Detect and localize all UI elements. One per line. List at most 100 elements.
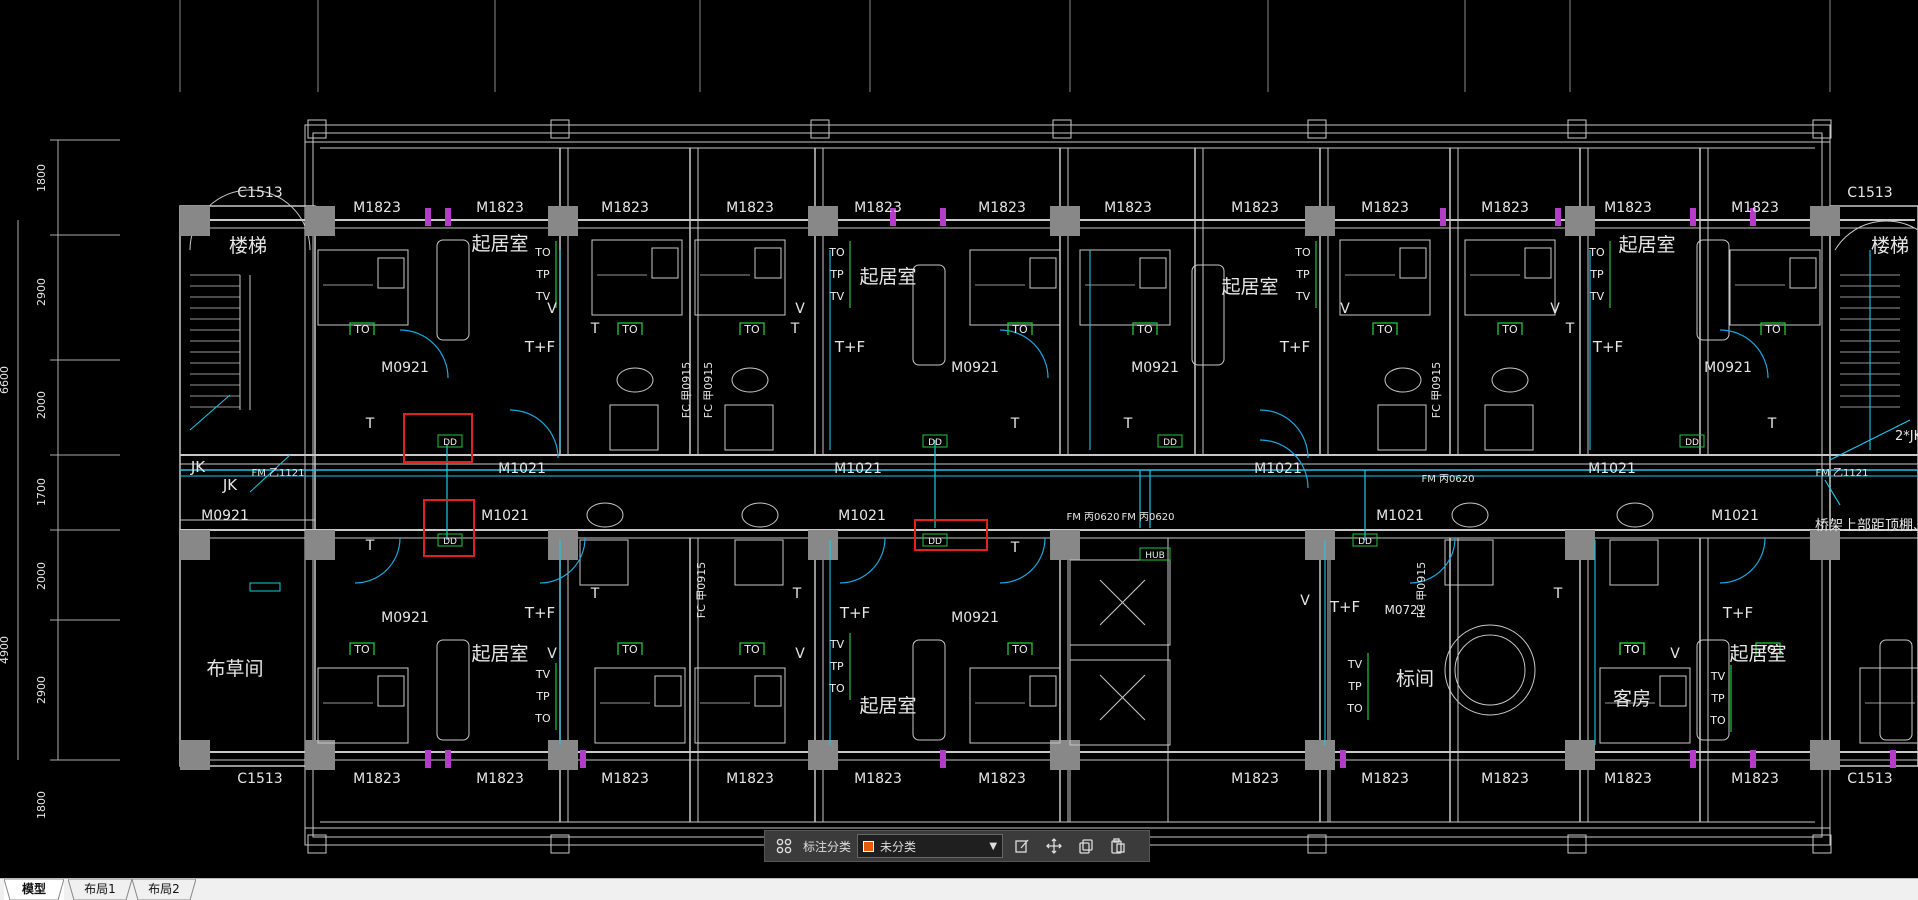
jk-label: JK bbox=[190, 458, 206, 476]
sofa bbox=[436, 639, 470, 741]
column bbox=[808, 530, 838, 560]
column-top bbox=[1307, 119, 1327, 139]
column-bottom bbox=[550, 834, 570, 854]
door-fm-label: FM 乙1121 bbox=[1815, 467, 1868, 479]
pillow bbox=[1399, 247, 1427, 279]
thermostat-label: T bbox=[590, 586, 600, 602]
outlet-tv-label: TV bbox=[1295, 290, 1311, 303]
dd-box-label: DD bbox=[928, 537, 942, 547]
tab-model[interactable]: 模型 bbox=[4, 879, 64, 900]
dimension-text: 2900 bbox=[35, 278, 48, 306]
door-m1823-label: M1823 bbox=[1604, 771, 1652, 787]
dimension-text: 2000 bbox=[35, 562, 48, 590]
door-swing bbox=[999, 537, 1046, 584]
door-m1823-label: M1823 bbox=[1481, 200, 1529, 216]
grid-icon[interactable] bbox=[771, 833, 797, 859]
living-room-label: 起居室 bbox=[859, 695, 916, 717]
column bbox=[1565, 530, 1595, 560]
magenta-marker bbox=[425, 208, 431, 226]
shower bbox=[1484, 404, 1534, 451]
magenta-marker bbox=[1690, 208, 1696, 226]
living-room-label: 起居室 bbox=[1221, 276, 1278, 298]
column bbox=[1050, 206, 1080, 236]
column-top bbox=[1052, 119, 1072, 139]
annotation-category-select[interactable]: 未分类 ▼ bbox=[857, 834, 1004, 858]
window-c1513-label: C1513 bbox=[237, 185, 282, 201]
door-m1823-label: M1823 bbox=[978, 200, 1026, 216]
column-top bbox=[550, 119, 570, 139]
edit-icon[interactable] bbox=[1009, 833, 1035, 859]
column bbox=[548, 530, 578, 560]
guest-room-label: 客房 bbox=[1613, 688, 1651, 710]
to-outlet-label: TO bbox=[621, 643, 638, 656]
window-c1513-label: C1513 bbox=[1847, 771, 1892, 787]
door-fc-label: FC 甲0915 bbox=[695, 562, 708, 619]
toilet bbox=[1491, 367, 1529, 393]
tf-label: T+F bbox=[1722, 604, 1753, 622]
elevator bbox=[1069, 659, 1171, 746]
outlet-tp-label: TP bbox=[535, 268, 550, 281]
door-m0921-label: M0921 bbox=[201, 508, 249, 524]
outlet-to-label: TO bbox=[828, 682, 845, 695]
window-c1513-label: C1513 bbox=[1847, 185, 1892, 201]
thermostat-label: T bbox=[365, 416, 375, 432]
outlet-tp-label: TP bbox=[829, 660, 844, 673]
door-m1823-label: M1823 bbox=[476, 200, 524, 216]
door-swing bbox=[839, 537, 886, 584]
to-outlet-label: TO bbox=[1376, 323, 1393, 336]
annotation-category-label: 标注分类 bbox=[803, 839, 852, 854]
bed bbox=[1859, 667, 1918, 744]
outlet-tp-label: TP bbox=[1347, 680, 1362, 693]
outlet-to-label: TO bbox=[828, 246, 845, 259]
tf-label: T+F bbox=[524, 338, 555, 356]
door-m1823-label: M1823 bbox=[854, 771, 902, 787]
column bbox=[548, 206, 578, 236]
v-label: V bbox=[1670, 646, 1680, 662]
door-m1823-label: M1823 bbox=[1104, 200, 1152, 216]
column bbox=[1565, 740, 1595, 770]
door-m0921-label: M0921 bbox=[1704, 360, 1752, 376]
paste-icon[interactable] bbox=[1105, 833, 1131, 859]
cad-drawing-canvas[interactable]: 1800 2900 2000 1700 2000 2900 1800 6600 4900 TO TO… bbox=[0, 0, 1918, 878]
door-m1823-label: M1823 bbox=[353, 771, 401, 787]
to-outlet-label: TO bbox=[743, 643, 760, 656]
magenta-marker bbox=[445, 208, 451, 226]
door-fm-label: FM 丙0620 bbox=[1066, 512, 1119, 523]
living-room-label: 起居室 bbox=[859, 266, 916, 288]
door-swing bbox=[1719, 537, 1766, 584]
column-top bbox=[1567, 119, 1587, 139]
outlet-tp-label: TP bbox=[535, 690, 550, 703]
outlet-tp-label: TP bbox=[1589, 268, 1604, 281]
tab-layout-2[interactable]: 布局2 bbox=[132, 879, 196, 900]
door-m1823-label: M1823 bbox=[1231, 771, 1279, 787]
door-m0921-label: M0921 bbox=[381, 360, 429, 376]
outlet-tv-label: TV bbox=[1589, 290, 1605, 303]
sofa bbox=[912, 639, 946, 741]
move-icon[interactable] bbox=[1041, 833, 1067, 859]
tab-layout-1[interactable]: 布局1 bbox=[68, 879, 132, 900]
door-m1823-label: M1823 bbox=[1604, 200, 1652, 216]
pillow bbox=[1789, 257, 1817, 289]
outlet-tv-label: TV bbox=[829, 290, 845, 303]
column bbox=[1050, 530, 1080, 560]
thermostat-label: T bbox=[790, 321, 800, 337]
cable-line bbox=[1824, 479, 1841, 506]
tf-label: T+F bbox=[1279, 338, 1310, 356]
copy-icon[interactable] bbox=[1073, 833, 1099, 859]
shower bbox=[609, 404, 659, 451]
door-swing bbox=[999, 329, 1049, 379]
column-bottom bbox=[307, 834, 327, 854]
column bbox=[1810, 740, 1840, 770]
pillow bbox=[754, 247, 782, 279]
column bbox=[180, 530, 210, 560]
dd-box-label: DD bbox=[1163, 438, 1177, 448]
outlet-to-label: TO bbox=[1709, 714, 1726, 727]
living-room-label: 起居室 bbox=[471, 643, 528, 665]
shower bbox=[1377, 404, 1427, 451]
outlet-to-label: TO bbox=[534, 246, 551, 259]
pillow bbox=[654, 675, 682, 707]
sofa bbox=[1696, 239, 1730, 341]
shower bbox=[1444, 539, 1494, 586]
column-top bbox=[810, 119, 830, 139]
pillow bbox=[1029, 675, 1057, 707]
